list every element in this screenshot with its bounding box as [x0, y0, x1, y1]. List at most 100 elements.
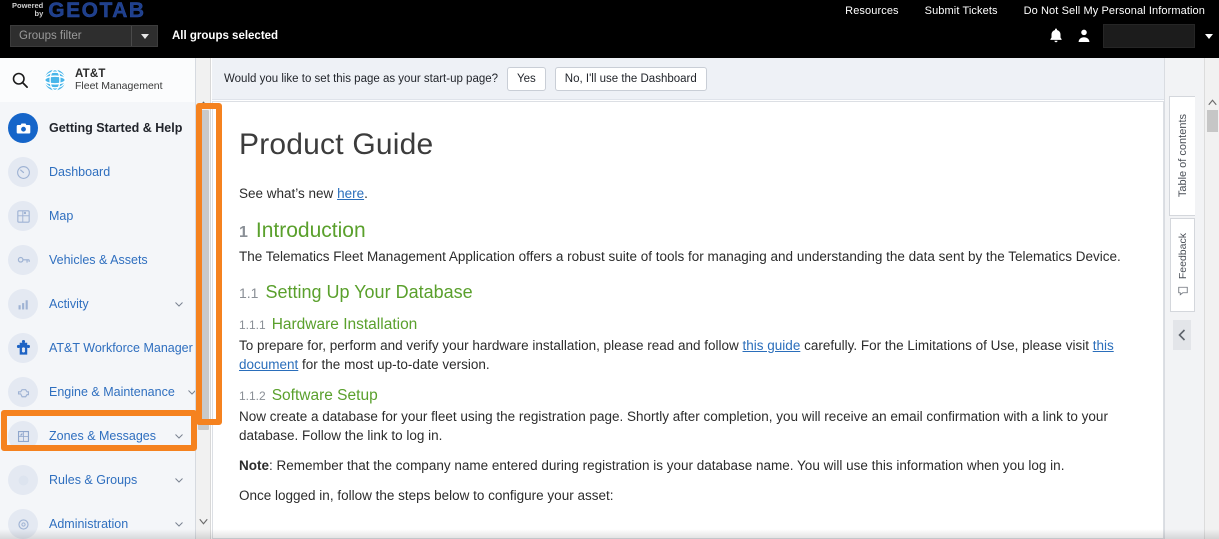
- whats-new-link[interactable]: here: [337, 186, 364, 201]
- this-guide-link[interactable]: this guide: [743, 338, 801, 353]
- geotab-wordmark: GEOTAB: [48, 0, 146, 22]
- sidebar-item-rules-and-groups[interactable]: Rules & Groups: [0, 458, 195, 502]
- whats-new-line: See what’s new here.: [239, 184, 1137, 203]
- table-of-contents-label: Table of contents: [1176, 114, 1189, 198]
- sidebar-item-label: Administration: [49, 517, 129, 531]
- sidebar-header: AT&T Fleet Management: [0, 58, 195, 102]
- search-icon[interactable]: [10, 70, 30, 90]
- heading-text: Setting Up Your Database: [265, 282, 473, 302]
- sidebar-scrollbar-thumb[interactable]: [198, 110, 209, 430]
- sidebar-item-label: Rules & Groups: [49, 473, 138, 487]
- chevron-down-icon[interactable]: [173, 518, 185, 530]
- help-camera-icon: [8, 113, 38, 143]
- sidebar-item-dashboard[interactable]: Dashboard: [0, 150, 195, 194]
- nav-link-submit-tickets[interactable]: Submit Tickets: [925, 5, 998, 17]
- engine-icon: [8, 377, 38, 407]
- sidebar-item-getting-started-and-help[interactable]: Getting Started & Help: [0, 106, 195, 150]
- intro-paragraph: The Telematics Fleet Management Applicat…: [239, 249, 1121, 264]
- page-scrollbar-thumb[interactable]: [1207, 110, 1218, 132]
- sidebar-item-att-workforce-manager[interactable]: AT&T Workforce Manager: [0, 326, 195, 370]
- collapse-panel-button[interactable]: [1173, 320, 1191, 350]
- whats-new-prefix: See what’s new: [239, 186, 338, 201]
- sidebar-item-map[interactable]: Map: [0, 194, 195, 238]
- note-body: : Remember that the company name entered…: [269, 458, 1065, 473]
- startup-banner-question: Would you like to set this page as your …: [224, 72, 499, 85]
- note-label: Note: [239, 458, 269, 473]
- heading-number: 1.1.2: [239, 389, 266, 403]
- sidebar-item-zones-and-messages[interactable]: Zones & Messages: [0, 414, 195, 458]
- product-guide-document: Product Guide See what’s new here. 1 Int…: [212, 101, 1164, 539]
- groups-filter-arrow[interactable]: [131, 26, 157, 46]
- chevron-down-icon[interactable]: [186, 386, 196, 398]
- heading-text: Hardware Installation: [271, 316, 418, 333]
- feedback-tab[interactable]: Feedback: [1170, 218, 1195, 312]
- sidebar-scrollbar[interactable]: [196, 58, 211, 539]
- table-of-contents-tab[interactable]: Table of contents: [1169, 96, 1195, 216]
- steps-intro-paragraph: Once logged in, follow the steps below t…: [239, 488, 614, 503]
- heading-text: Software Setup: [271, 387, 378, 404]
- page-scrollbar[interactable]: [1204, 58, 1219, 539]
- hw-text-3: for the most up-to-date version.: [298, 357, 490, 372]
- startup-yes-button[interactable]: Yes: [507, 66, 546, 91]
- geotab-logo: Powered by GEOTAB: [12, 0, 146, 22]
- whats-new-suffix: .: [364, 186, 368, 201]
- scroll-down-arrow-icon[interactable]: [196, 515, 211, 527]
- top-nav-links: Resources Submit Tickets Do Not Sell My …: [845, 0, 1211, 22]
- heading-introduction: 1 Introduction: [239, 219, 1137, 243]
- user-menu-chevron-down-icon[interactable]: [1205, 33, 1213, 39]
- vehicle-key-icon: [8, 245, 38, 275]
- zone-icon: [8, 421, 38, 451]
- nav-link-resources[interactable]: Resources: [845, 5, 898, 17]
- sidebar-item-label: Zones & Messages: [49, 429, 156, 443]
- map-grid-icon: [8, 201, 38, 231]
- note-paragraph: Note: Remember that the company name ent…: [239, 456, 1137, 475]
- bar-chart-icon: [8, 289, 38, 319]
- gauge-icon: [8, 157, 38, 187]
- groups-selected-label: All groups selected: [172, 30, 279, 42]
- heading-number: 1: [239, 224, 248, 241]
- scroll-up-arrow-icon[interactable]: [196, 98, 211, 110]
- chevron-down-icon[interactable]: [173, 298, 185, 310]
- powered-by-text: Powered by: [12, 0, 43, 18]
- sidebar-item-label: Activity: [49, 297, 89, 311]
- groups-filter-placeholder: Groups filter: [19, 30, 82, 42]
- nav-link-do-not-sell[interactable]: Do Not Sell My Personal Information: [1024, 5, 1205, 17]
- chevron-down-icon[interactable]: [173, 474, 185, 486]
- att-brand-text: AT&T Fleet Management: [75, 68, 163, 92]
- hardware-installation-paragraph: To prepare for, perform and verify your …: [239, 336, 1137, 374]
- speech-bubble-icon: [1177, 286, 1188, 296]
- heading-text: Introduction: [255, 219, 366, 242]
- startup-page-banner: Would you like to set this page as your …: [212, 58, 1164, 100]
- sidebar-item-administration[interactable]: Administration: [0, 502, 195, 539]
- heading-setting-up-your-database: 1.1 Setting Up Your Database: [239, 282, 1137, 303]
- heading-number: 1.1: [239, 285, 259, 301]
- sidebar-item-label: Map: [49, 209, 74, 223]
- groups-filter-dropdown[interactable]: Groups filter: [10, 25, 158, 47]
- chevron-left-icon: [1177, 329, 1185, 341]
- main-content: Would you like to set this page as your …: [212, 58, 1219, 539]
- chevron-down-icon[interactable]: [173, 430, 185, 442]
- att-brand: AT&T Fleet Management: [42, 67, 163, 93]
- gear-icon: [8, 509, 38, 539]
- sidebar-item-activity[interactable]: Activity: [0, 282, 195, 326]
- bell-icon[interactable]: [1047, 26, 1065, 46]
- rules-icon: [8, 465, 38, 495]
- puzzle-icon: [8, 333, 38, 363]
- sidebar-item-label: Dashboard: [49, 165, 111, 179]
- hw-text-1: To prepare for, perform and verify your …: [239, 338, 743, 353]
- chevron-down-icon: [140, 33, 149, 39]
- page-scroll-up-arrow-icon[interactable]: [1205, 96, 1219, 108]
- left-sidebar: AT&T Fleet Management Getting Started & …: [0, 58, 196, 539]
- top-bar: Powered by GEOTAB Resources Submit Ticke…: [0, 0, 1219, 58]
- by-word: by: [34, 9, 44, 18]
- sidebar-item-label: Getting Started & Help: [49, 121, 183, 135]
- sidebar-item-engine-and-maintenance[interactable]: Engine & Maintenance: [0, 370, 195, 414]
- user-name-field[interactable]: [1103, 24, 1195, 48]
- page-title: Product Guide: [239, 128, 434, 161]
- sidebar-item-label: Engine & Maintenance: [49, 385, 175, 399]
- sidebar-item-vehicles-and-assets[interactable]: Vehicles & Assets: [0, 238, 195, 282]
- startup-no-button[interactable]: No, I'll use the Dashboard: [554, 66, 707, 91]
- groups-filter-row: Groups filter All groups selected: [10, 25, 278, 47]
- person-icon[interactable]: [1075, 26, 1093, 46]
- software-setup-paragraph: Now create a database for your fleet usi…: [239, 409, 1108, 443]
